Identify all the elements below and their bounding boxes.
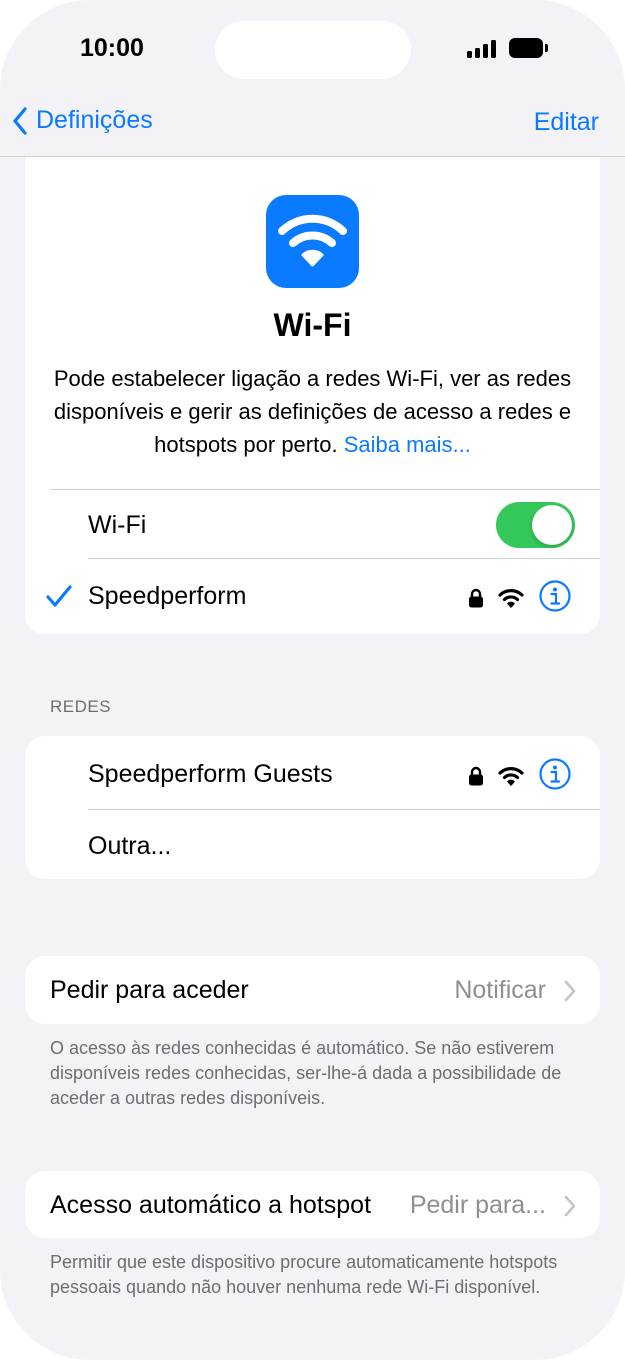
auto-hotspot-footnote: Permitir que este dispositivo procure au…	[50, 1252, 558, 1297]
edit-button[interactable]: Editar	[534, 108, 599, 137]
connected-network-row[interactable]: Speedperform	[25, 560, 600, 632]
back-button[interactable]: Definições	[12, 106, 153, 135]
info-icon[interactable]	[539, 580, 571, 612]
chevron-left-icon	[13, 106, 27, 135]
description-text: Pode estabelecer ligação a redes Wi-Fi, …	[53, 366, 572, 457]
info-icon[interactable]	[539, 758, 571, 790]
battery-icon	[509, 38, 549, 58]
learn-more-link[interactable]: Saiba mais...	[344, 432, 471, 457]
status-time: 10:00	[80, 34, 144, 62]
auto-hotspot-value: Pedir para...	[409, 1191, 546, 1219]
wifi-app-icon	[266, 195, 359, 288]
ask-to-join-value: Notificar	[454, 976, 546, 1004]
chevron-right-icon	[564, 1195, 576, 1217]
phone-screen: 10:00 Definições Editar Wi-Fi Pode estab…	[0, 0, 625, 1360]
networks-list: Speedperform Guests Outra...	[25, 736, 600, 879]
auto-hotspot-row[interactable]: Acesso automático a hotspot Pedir para..…	[25, 1171, 600, 1238]
chevron-right-icon	[564, 980, 576, 1002]
dynamic-island	[215, 21, 411, 79]
wifi-signal-icon	[498, 767, 524, 786]
networks-section-title: REDES	[50, 697, 112, 716]
auto-hotspot-label: Acesso automático a hotspot	[50, 1191, 372, 1219]
ask-to-join-label: Pedir para aceder	[50, 976, 249, 1004]
navigation-bar: Definições Editar	[0, 90, 625, 157]
back-button-label: Definições	[36, 106, 153, 134]
wifi-toggle-row: Wi-Fi	[25, 489, 600, 561]
network-name: Speedperform Guests	[88, 760, 333, 788]
lock-icon	[469, 588, 483, 608]
network-row-speedperform-guests[interactable]: Speedperform Guests	[25, 738, 600, 810]
connected-network-name: Speedperform	[88, 582, 247, 610]
wifi-toggle-label: Wi-Fi	[88, 511, 147, 539]
wifi-toggle-switch[interactable]	[496, 502, 575, 548]
checkmark-icon	[46, 585, 72, 607]
page-title: Wi-Fi	[273, 307, 352, 343]
lock-icon	[469, 766, 483, 786]
ask-to-join-footnote: O acesso às redes conhecidas é automátic…	[50, 1038, 562, 1108]
divider	[88, 558, 600, 559]
other-network-label: Outra...	[88, 832, 172, 860]
wifi-header-card: Wi-Fi Pode estabelecer ligação a redes W…	[25, 157, 600, 634]
other-network-row[interactable]: Outra...	[25, 810, 600, 879]
page-description: Pode estabelecer ligação a redes Wi-Fi, …	[47, 362, 578, 461]
wifi-signal-icon	[498, 589, 524, 608]
cellular-signal-icon	[467, 40, 499, 58]
ask-to-join-row[interactable]: Pedir para aceder Notificar	[25, 956, 600, 1024]
